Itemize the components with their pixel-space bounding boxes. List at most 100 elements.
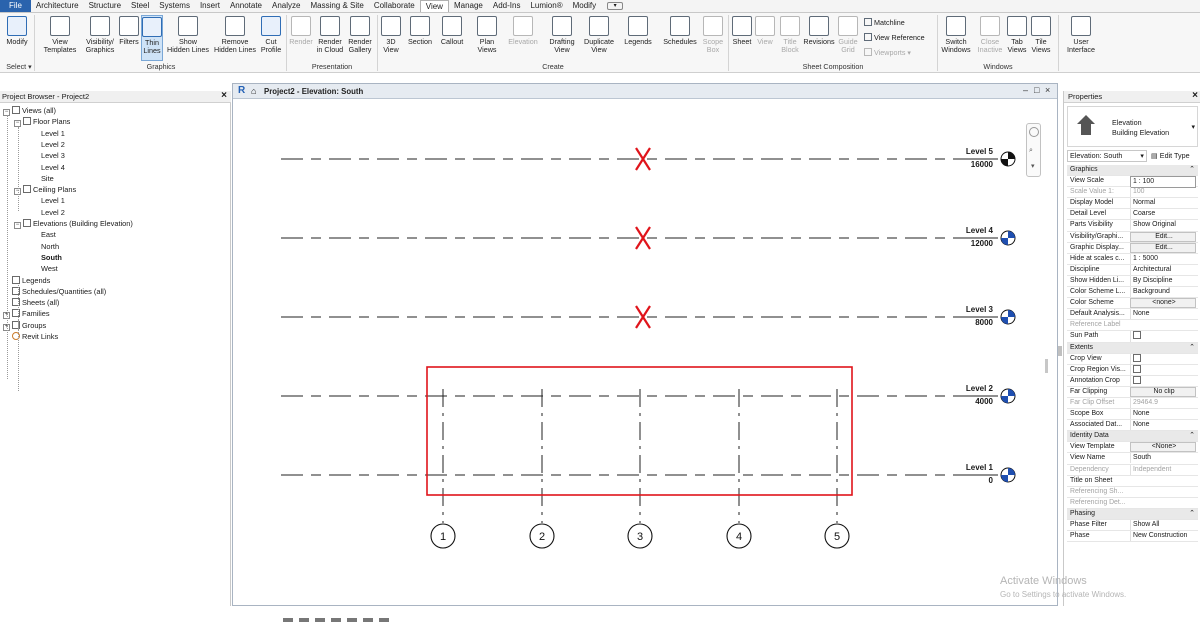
elevation-button[interactable]: Elevation <box>505 15 541 61</box>
thin-lines-button[interactable]: Thin Lines <box>141 15 163 61</box>
render-gallery-button[interactable]: Render Gallery <box>346 15 374 61</box>
grid-label[interactable]: 2 <box>539 531 545 543</box>
duplicate-view-button[interactable]: Duplicate View <box>581 15 617 61</box>
tab-analyze[interactable]: Analyze <box>267 0 305 12</box>
property-edit-button[interactable]: Edit... <box>1130 242 1196 253</box>
revisions-button[interactable]: Revisions <box>803 15 835 61</box>
level-name-label[interactable]: Level 4 <box>953 226 993 235</box>
viewports-button[interactable]: Viewports ▾ <box>864 48 911 57</box>
property-edit-button[interactable]: No clip <box>1130 386 1196 397</box>
level-name-label[interactable]: Level 3 <box>953 305 993 314</box>
maximize-icon[interactable]: □ <box>1034 85 1039 95</box>
level-name-label[interactable]: Level 2 <box>953 384 993 393</box>
browser-item-families[interactable]: + Families <box>3 309 50 320</box>
collapse-icon[interactable]: ⌃ <box>1189 343 1195 353</box>
checkbox[interactable] <box>1133 375 1141 384</box>
property-value[interactable]: Normal <box>1130 198 1196 209</box>
user-interface-button[interactable]: User Interface <box>1062 15 1100 61</box>
checkbox[interactable] <box>1133 353 1141 362</box>
browser-item-level-1[interactable]: Level 1 <box>41 129 65 139</box>
property-value[interactable]: None <box>1130 420 1196 431</box>
panel-toggle-icon[interactable]: ▾ <box>607 2 624 10</box>
tab-massing-site[interactable]: Massing & Site <box>305 0 368 12</box>
cut-profile-button[interactable]: Cut Profile <box>259 15 283 61</box>
browser-item-floor-plans[interactable]: − Floor Plans <box>14 117 70 128</box>
section-graphics[interactable]: Graphics ⌃ <box>1067 165 1198 177</box>
tab-modify[interactable]: Modify <box>568 0 602 12</box>
view-scrollbar-thumb[interactable] <box>1058 346 1062 356</box>
property-value[interactable]: None <box>1130 409 1196 420</box>
visibility-graphics-button[interactable]: Visibility/ Graphics <box>82 15 118 61</box>
checkbox[interactable] <box>1133 364 1141 373</box>
tab-structure[interactable]: Structure <box>84 0 126 12</box>
view-reference-button[interactable]: View Reference <box>864 33 925 42</box>
plan-views-button[interactable]: Plan Views <box>474 15 500 61</box>
property-edit-button[interactable]: <None> <box>1130 442 1196 453</box>
steering-wheel-icon[interactable] <box>1029 127 1039 137</box>
property-value[interactable]: Show All <box>1130 520 1196 530</box>
zoom-icon[interactable]: ⌕ <box>1029 147 1033 155</box>
browser-item-views-all[interactable]: − Views (all) <box>3 106 56 116</box>
browser-item-level-4[interactable]: Level 4 <box>41 163 65 173</box>
view-templates-button[interactable]: View Templates <box>41 15 79 61</box>
grid-label[interactable]: 4 <box>736 531 742 543</box>
level-name-label[interactable]: Level 5 <box>953 147 993 156</box>
browser-item-level-2[interactable]: Level 2 <box>41 140 65 150</box>
section-extents[interactable]: Extents ⌃ <box>1067 342 1198 354</box>
browser-item-site[interactable]: Site <box>41 174 54 184</box>
vertical-scrollbar[interactable] <box>1045 359 1048 373</box>
show-hidden-lines-button[interactable]: Show Hidden Lines <box>165 15 211 61</box>
tab-view[interactable]: View <box>419 0 449 12</box>
property-value[interactable]: South <box>1130 453 1196 464</box>
view-control-bar[interactable] <box>283 615 433 622</box>
tab-lumion[interactable]: Lumion® <box>525 0 567 12</box>
property-value[interactable]: Background <box>1130 287 1196 298</box>
property-value[interactable]: Show Original <box>1130 220 1196 231</box>
property-value[interactable]: New Construction <box>1130 531 1196 542</box>
property-value[interactable]: 1 : 5000 <box>1130 253 1196 264</box>
place-view-button[interactable]: View <box>755 15 775 61</box>
guide-grid-button[interactable]: Guide Grid <box>836 15 860 61</box>
close-icon[interactable]: × <box>221 90 227 101</box>
browser-item-ceiling-plans[interactable]: − Ceiling Plans <box>14 185 76 196</box>
tab-collaborate[interactable]: Collaborate <box>369 0 420 12</box>
instance-filter-dropdown[interactable]: Elevation: South ▾ <box>1067 150 1147 162</box>
edit-type-button[interactable]: ▤ Edit Type <box>1151 150 1190 162</box>
level-elevation-value[interactable]: 8000 <box>953 318 993 327</box>
property-edit-button[interactable]: <none> <box>1130 298 1196 309</box>
navigation-bar[interactable]: ⌕ ▾ <box>1026 123 1041 177</box>
browser-item-west[interactable]: West <box>41 264 58 274</box>
browser-item-legends[interactable]: Legends <box>3 275 50 286</box>
level-elevation-value[interactable]: 0 <box>953 476 993 485</box>
tab-systems[interactable]: Systems <box>154 0 195 12</box>
tab-architecture[interactable]: Architecture <box>31 0 84 12</box>
section-button[interactable]: Section <box>405 15 435 61</box>
browser-item-elevations-building-elevation[interactable]: − Elevations (Building Elevation) <box>14 219 133 229</box>
select-dropdown[interactable]: Select ▾ <box>3 62 35 71</box>
section-phasing[interactable]: Phasing ⌃ <box>1067 508 1198 520</box>
browser-item-level-2[interactable]: Level 2 <box>41 208 65 218</box>
schedules-button[interactable]: Schedules <box>661 15 699 61</box>
title-block-button[interactable]: Title Block <box>777 15 803 61</box>
render-button[interactable]: Render <box>288 15 314 61</box>
grid-label[interactable]: 5 <box>834 531 840 543</box>
browser-item-groups[interactable]: + Groups <box>3 320 46 331</box>
browser-item-sheets-all[interactable]: Sheets (all) <box>3 298 59 308</box>
scope-box-button[interactable]: Scope Box <box>701 15 725 61</box>
browser-item-south[interactable]: South <box>41 253 62 263</box>
tab-manage[interactable]: Manage <box>449 0 488 12</box>
close-icon[interactable]: × <box>1045 85 1050 95</box>
matchline-button[interactable]: Matchline <box>864 18 905 27</box>
collapse-toggle-icon[interactable]: − <box>14 222 21 229</box>
browser-item-east[interactable]: East <box>41 230 56 240</box>
property-checkbox[interactable] <box>1130 375 1196 387</box>
level-elevation-value[interactable]: 16000 <box>953 160 993 169</box>
tab-file[interactable]: File <box>0 0 31 12</box>
switch-windows-button[interactable]: Switch Windows <box>940 15 972 61</box>
property-checkbox[interactable] <box>1130 331 1196 343</box>
type-selector[interactable]: Elevation Building Elevation ▾ <box>1067 106 1198 147</box>
property-edit-button[interactable]: Edit... <box>1130 231 1196 242</box>
property-checkbox[interactable] <box>1130 364 1196 376</box>
tab-insert[interactable]: Insert <box>195 0 225 12</box>
minimize-icon[interactable]: – <box>1023 85 1028 95</box>
